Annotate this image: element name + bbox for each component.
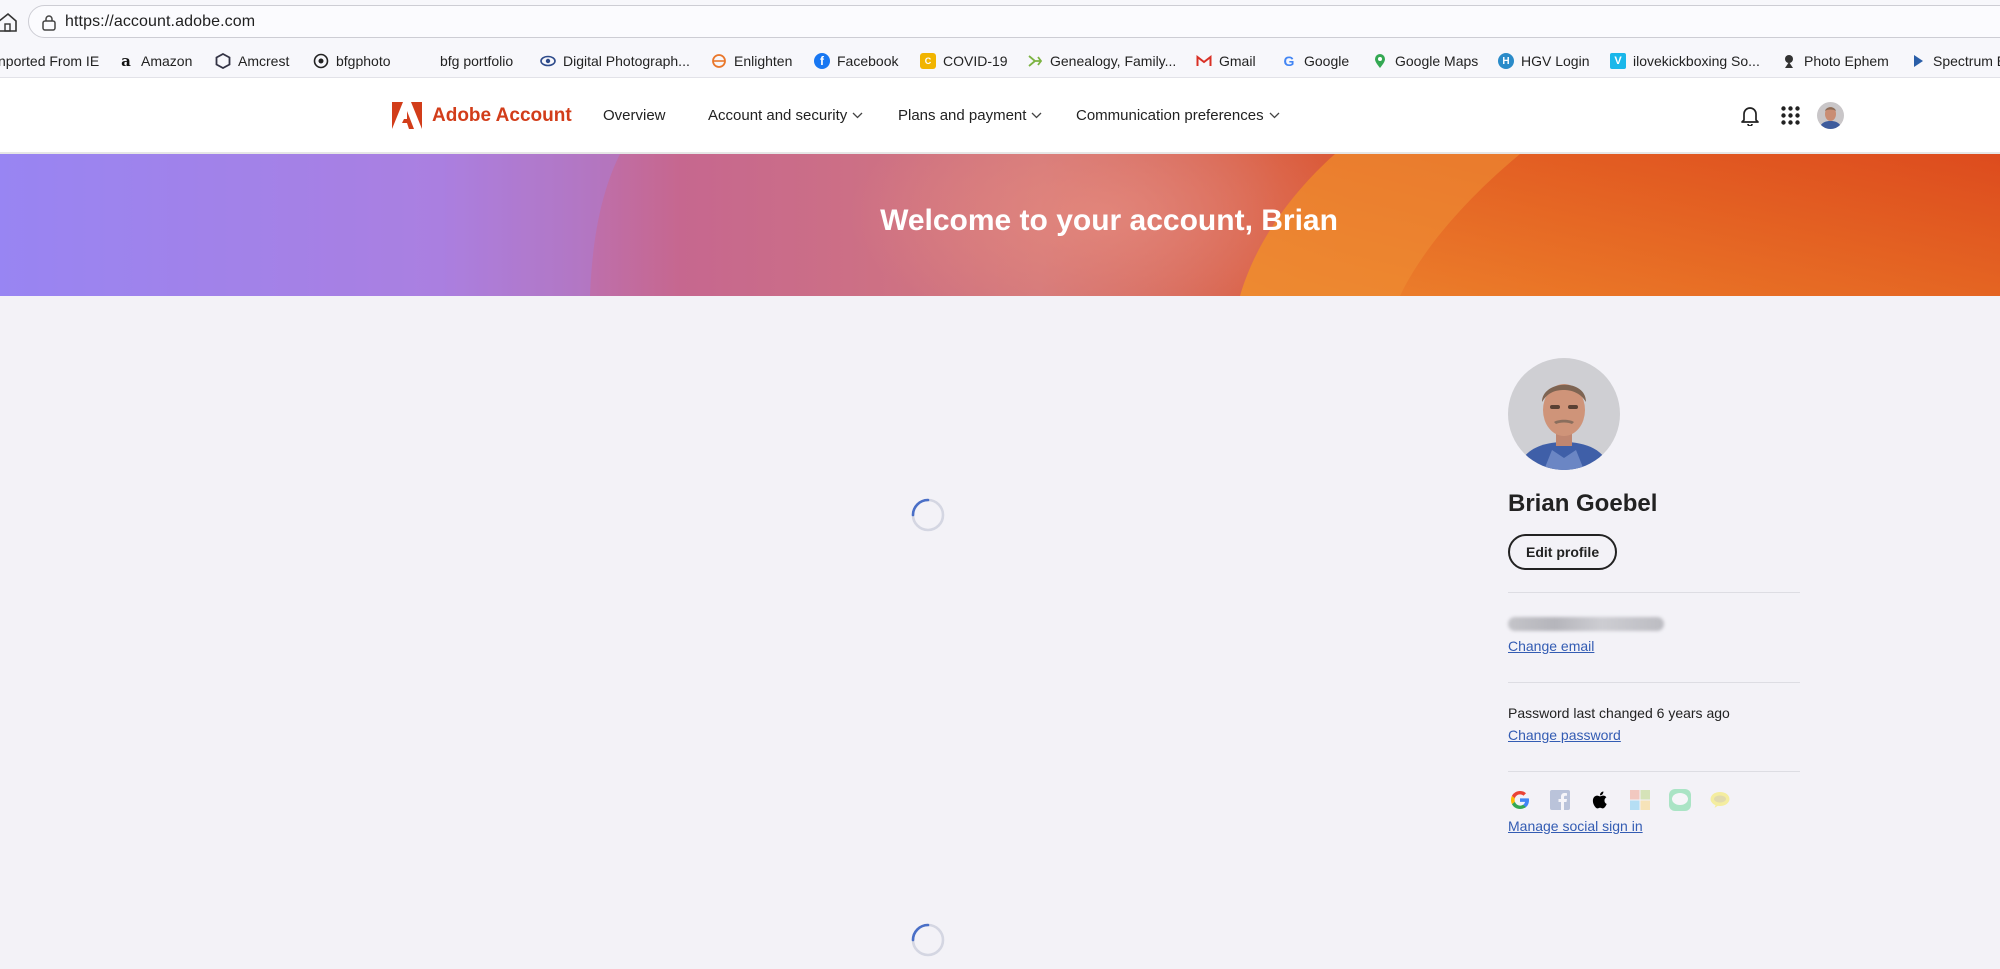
- hgv-icon: H: [1498, 53, 1514, 69]
- nav-label: Account and security: [708, 107, 848, 124]
- bookmark-label: Photo Ephem: [1804, 53, 1889, 69]
- covid-icon: C: [920, 53, 936, 69]
- bookmark-label: Enlighten: [734, 53, 793, 69]
- welcome-title: Welcome to your account, Brian: [880, 204, 1338, 237]
- microsoft-icon[interactable]: [1628, 788, 1652, 812]
- bookmark-label: Digital Photograph...: [563, 53, 690, 69]
- chevron-down-icon: [852, 112, 863, 119]
- bookmark-google-maps[interactable]: Google Maps: [1372, 50, 1478, 72]
- adobe-logo-icon: [392, 102, 422, 129]
- bookmark-label: Genealogy, Family...: [1050, 53, 1177, 69]
- divider: [1508, 592, 1800, 593]
- nav-account-and-security[interactable]: Account and security: [708, 107, 863, 124]
- bookmark-label: ilovekickboxing So...: [1633, 53, 1760, 69]
- play-icon: [1914, 55, 1923, 67]
- adobe-account-logo[interactable]: Adobe Account: [392, 102, 572, 129]
- social-sign-in-icons: [1508, 788, 1800, 812]
- bookmark-digital-photography[interactable]: Digital Photograph...: [540, 50, 690, 72]
- manage-social-sign-in-link[interactable]: Manage social sign in: [1508, 818, 1643, 834]
- nav-label: Plans and payment: [898, 107, 1027, 124]
- loading-spinner: [911, 498, 945, 532]
- gmail-icon: [1196, 54, 1212, 66]
- loading-spinner: [911, 923, 945, 957]
- bookmark-hgv-login[interactable]: H HGV Login: [1498, 50, 1589, 72]
- chevron-down-icon: [1031, 112, 1042, 119]
- edit-profile-button[interactable]: Edit profile: [1508, 534, 1618, 570]
- nav-plans-and-payment[interactable]: Plans and payment: [898, 107, 1042, 124]
- bookmark-label: Google Maps: [1395, 53, 1479, 69]
- bookmark-label: HGV Login: [1521, 53, 1590, 69]
- browser-address-bar: https://account.adobe.com: [0, 0, 2000, 44]
- adobe-header: Adobe Account Overview Account and secur…: [0, 78, 2000, 154]
- app-switcher-icon[interactable]: [1781, 106, 1800, 125]
- line-icon[interactable]: [1668, 788, 1692, 812]
- kakao-icon[interactable]: [1708, 788, 1732, 812]
- divider: [1508, 771, 1800, 772]
- eye-icon: [540, 55, 556, 67]
- url-field[interactable]: https://account.adobe.com: [28, 5, 2000, 38]
- bookmark-enlighten[interactable]: Enlighten: [711, 50, 792, 72]
- nav-label: Communication preferences: [1076, 107, 1264, 124]
- bookmark-label: Facebook: [837, 53, 899, 69]
- nav-overview[interactable]: Overview: [603, 107, 666, 124]
- amcrest-icon: [215, 53, 231, 69]
- bookmark-label: bfg portfolio: [440, 53, 514, 69]
- profile-photo: [1508, 358, 1620, 470]
- bookmark-amcrest[interactable]: Amcrest: [215, 50, 289, 72]
- email-address-redacted: [1508, 617, 1664, 631]
- bookmark-google[interactable]: G Google: [1281, 50, 1350, 72]
- change-password-link[interactable]: Change password: [1508, 727, 1621, 743]
- bookmark-label: bfgphoto: [336, 53, 391, 69]
- profile-photo-image: [1508, 358, 1620, 470]
- nav-label: Overview: [603, 107, 666, 124]
- bookmark-label: nported From IE: [0, 53, 100, 69]
- profile-name: Brian Goebel: [1508, 490, 1658, 517]
- genealogy-icon: [1028, 55, 1043, 67]
- welcome-banner: Welcome to your account, Brian: [0, 154, 2000, 296]
- google-icon[interactable]: [1508, 788, 1532, 812]
- bookmark-gmail[interactable]: Gmail: [1196, 50, 1256, 72]
- password-status: Password last changed 6 years ago: [1508, 705, 1730, 721]
- bookmark-label: Google: [1304, 53, 1350, 69]
- bookmark-bfg-portfolio[interactable]: bfg portfolio: [440, 50, 513, 72]
- bfgphoto-icon: [313, 53, 329, 69]
- bookmark-covid-19[interactable]: C COVID-19: [920, 50, 1008, 72]
- enlighten-icon: [712, 54, 726, 68]
- divider: [1508, 682, 1800, 683]
- bookmarks-bar: nported From IE a Amazon Amcrest bfgphot…: [0, 44, 2000, 78]
- user-avatar[interactable]: [1817, 102, 1844, 129]
- bookmark-spectrum[interactable]: Spectrum E: [1910, 50, 2000, 72]
- home-icon[interactable]: [0, 10, 18, 34]
- bookmark-label: Gmail: [1219, 53, 1256, 69]
- avatar-image: [1817, 102, 1844, 129]
- bookmark-genealogy[interactable]: Genealogy, Family...: [1027, 50, 1176, 72]
- bookmark-label: Amcrest: [238, 53, 290, 69]
- profile-panel: Brian Goebel Edit profile Change email P…: [1508, 358, 1800, 836]
- apple-icon[interactable]: [1588, 788, 1612, 812]
- photo-ephem-icon: [1785, 55, 1793, 68]
- bookmark-label: Amazon: [141, 53, 193, 69]
- bookmark-facebook[interactable]: f Facebook: [814, 50, 898, 72]
- google-maps-icon: [1375, 54, 1385, 68]
- bookmark-label: COVID-19: [943, 53, 1008, 69]
- vimeo-icon: V: [1610, 53, 1626, 69]
- notifications-bell-icon[interactable]: [1740, 104, 1760, 126]
- amazon-icon: a: [121, 52, 131, 70]
- url-text: https://account.adobe.com: [65, 13, 256, 30]
- site-info-icon[interactable]: [41, 14, 57, 31]
- facebook-icon: f: [814, 53, 830, 69]
- facebook-icon[interactable]: [1548, 788, 1572, 812]
- bookmark-bfgphoto[interactable]: bfgphoto: [313, 50, 391, 72]
- brand-name: Adobe Account: [432, 104, 572, 126]
- chevron-down-icon: [1269, 112, 1280, 119]
- bookmark-ilovekickboxing[interactable]: V ilovekickboxing So...: [1610, 50, 1760, 72]
- google-icon: G: [1283, 53, 1295, 69]
- bookmark-label: Spectrum E: [1933, 53, 2000, 69]
- bookmark-amazon[interactable]: a Amazon: [118, 50, 192, 72]
- bookmark-imported-from-ie[interactable]: nported From IE: [0, 50, 99, 72]
- nav-communication-preferences[interactable]: Communication preferences: [1076, 107, 1280, 124]
- bookmark-photo-ephem[interactable]: Photo Ephem: [1781, 50, 1889, 72]
- change-email-link[interactable]: Change email: [1508, 638, 1594, 654]
